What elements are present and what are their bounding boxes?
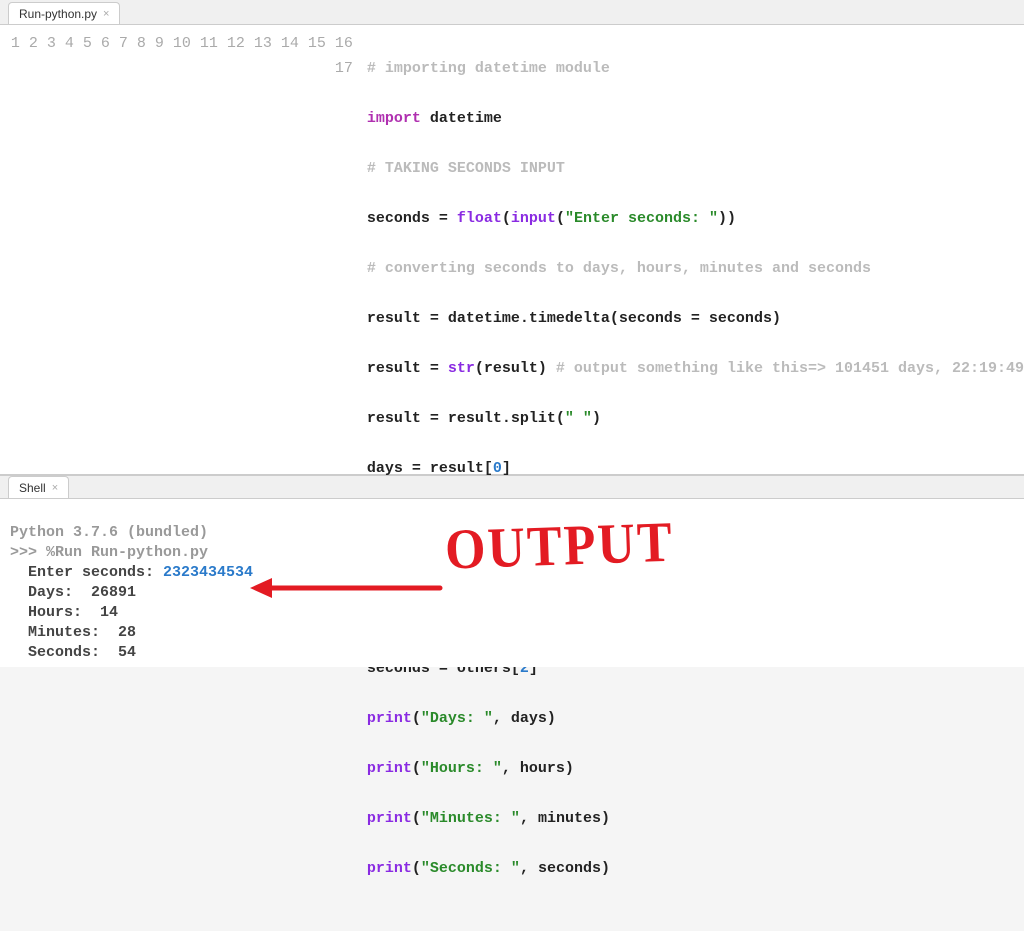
shell-output-prompt: Enter seconds: xyxy=(10,564,163,581)
shell-output-line: Days: 26891 xyxy=(10,584,136,601)
shell-prompt: >>> xyxy=(10,544,46,561)
shell-run-cmd: %Run Run-python.py xyxy=(46,544,208,561)
shell-tab[interactable]: Shell × xyxy=(8,476,69,498)
code-comment: # importing datetime module xyxy=(367,60,610,77)
close-icon[interactable]: × xyxy=(52,482,58,494)
code-text: datetime xyxy=(421,110,502,127)
shell-tab-label: Shell xyxy=(19,481,46,495)
shell-user-input: 2323434534 xyxy=(163,564,253,581)
shell-output-line: Seconds: 54 xyxy=(10,644,136,661)
code-editor[interactable]: 1 2 3 4 5 6 7 8 9 10 11 12 13 14 15 16 1… xyxy=(0,25,1024,475)
python-version: Python 3.7.6 (bundled) xyxy=(10,524,208,541)
line-number-gutter: 1 2 3 4 5 6 7 8 9 10 11 12 13 14 15 16 1… xyxy=(0,25,363,474)
code-comment: # TAKING SECONDS INPUT xyxy=(367,160,565,177)
shell-output-line: Minutes: 28 xyxy=(10,624,136,641)
code-area[interactable]: # importing datetime module import datet… xyxy=(363,25,1024,474)
close-icon[interactable]: × xyxy=(103,8,109,20)
editor-tab-label: Run-python.py xyxy=(19,7,97,21)
editor-tab-bar: Run-python.py × xyxy=(0,0,1024,25)
shell-panel[interactable]: Python 3.7.6 (bundled) >>> %Run Run-pyth… xyxy=(0,499,1024,667)
code-keyword: import xyxy=(367,110,421,127)
code-comment: # converting seconds to days, hours, min… xyxy=(367,260,871,277)
shell-output-line: Hours: 14 xyxy=(10,604,118,621)
editor-tab[interactable]: Run-python.py × xyxy=(8,2,120,24)
